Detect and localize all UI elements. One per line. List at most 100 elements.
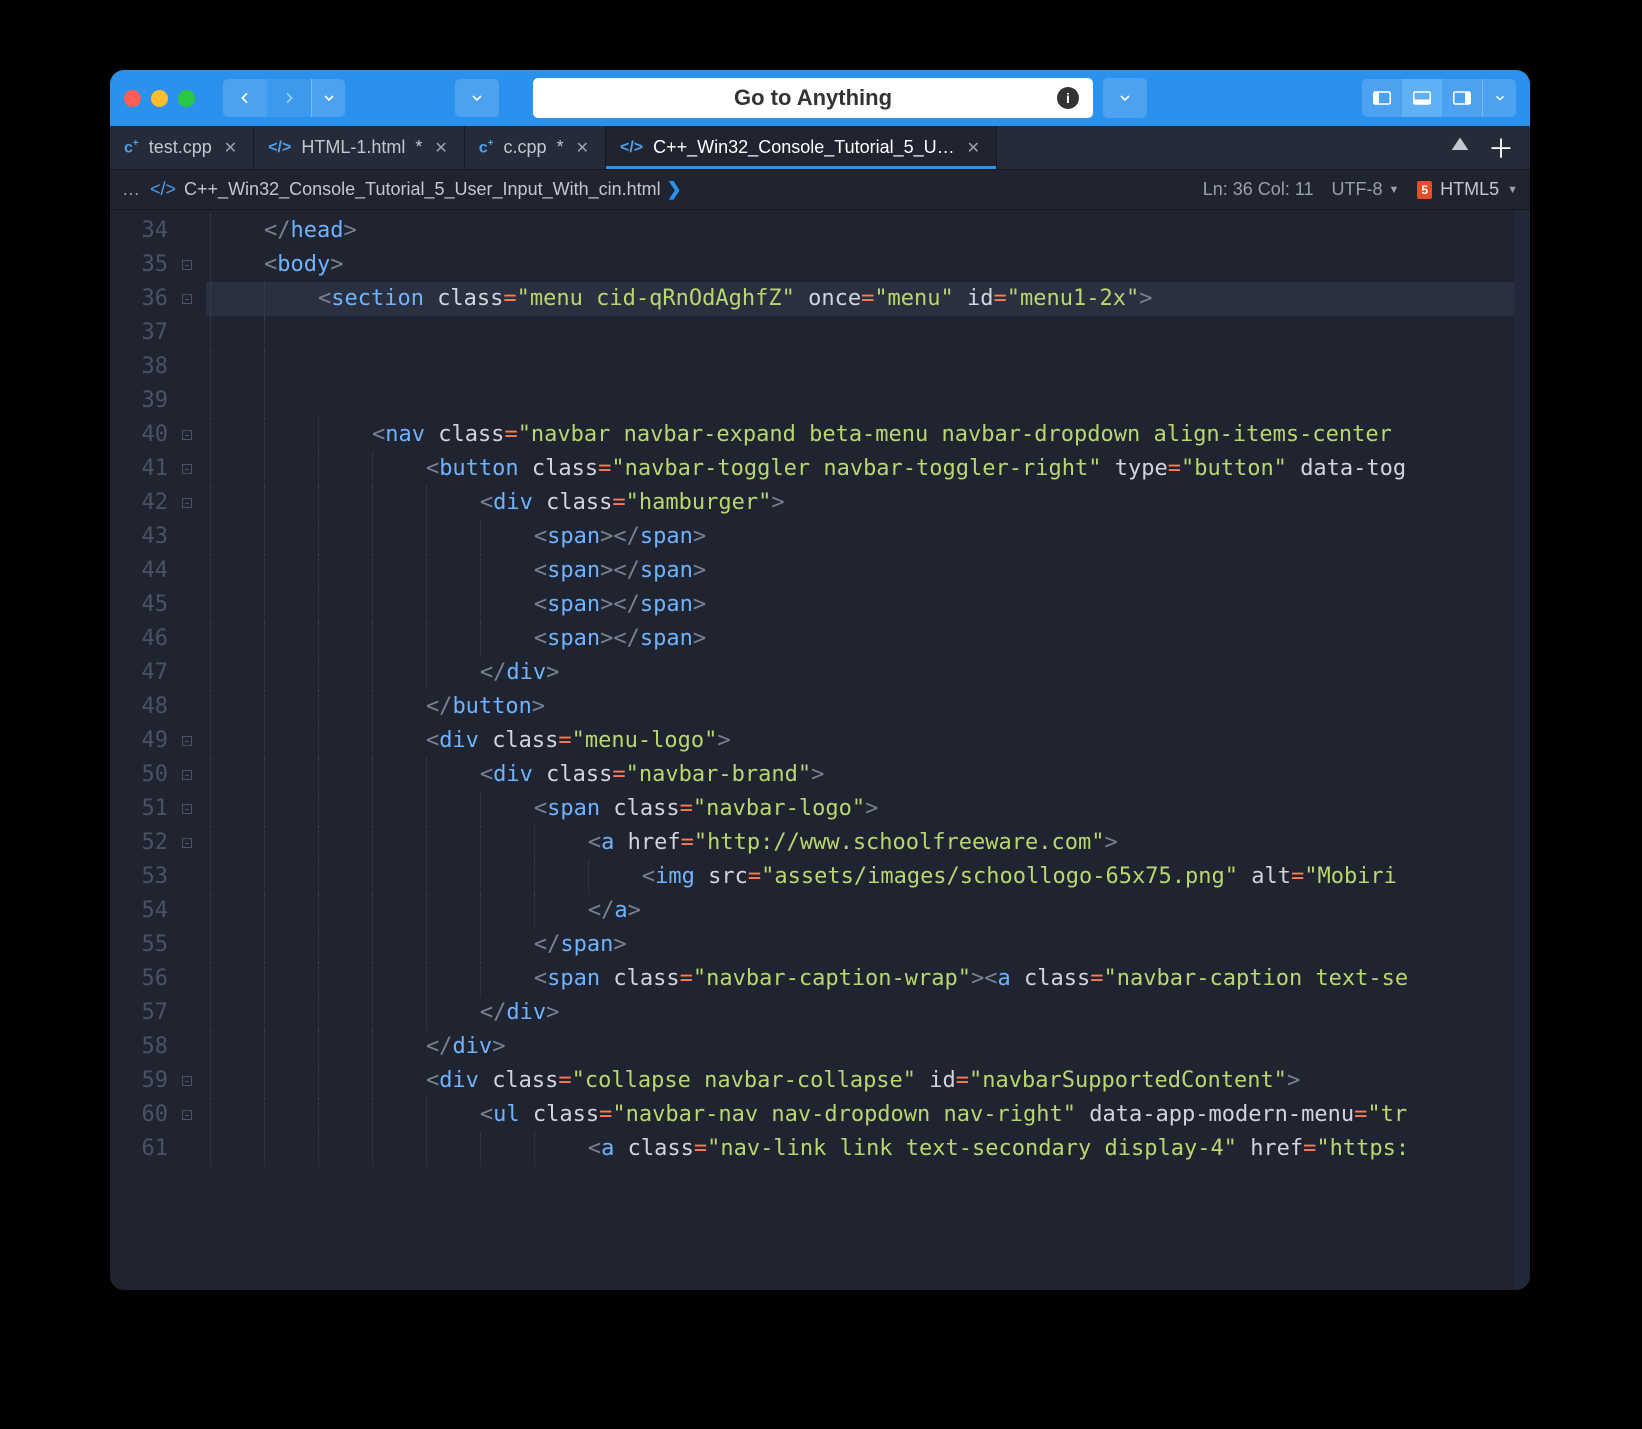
line-number[interactable]: 57 [110,996,168,1030]
line-number[interactable]: 49 [110,724,168,758]
line-number[interactable]: 39 [110,384,168,418]
code-editor[interactable]: 3435363738394041424344454647484950515253… [110,210,1530,1290]
line-number[interactable]: 59 [110,1064,168,1098]
code-line[interactable] [206,384,1514,418]
line-number[interactable]: 54 [110,894,168,928]
line-number[interactable]: 38 [110,350,168,384]
line-number[interactable]: 36 [110,282,168,316]
close-icon[interactable]: ✕ [432,138,449,158]
line-number-gutter[interactable]: 3435363738394041424344454647484950515253… [110,210,180,1290]
code-line[interactable] [206,316,1514,350]
back-button[interactable] [223,79,267,117]
breadcrumb-file[interactable]: C++_Win32_Console_Tutorial_5_User_Input_… [184,179,661,200]
minimize-icon[interactable] [151,90,168,107]
code-line[interactable]: <div class="hamburger"> [206,486,1514,520]
tab-3[interactable]: </> C++_Win32_Console_Tutorial_5_U… ✕ [606,126,997,169]
line-number[interactable]: 46 [110,622,168,656]
line-number[interactable]: 34 [110,214,168,248]
code-line[interactable]: <span></span> [206,588,1514,622]
close-icon[interactable]: ✕ [965,138,982,158]
goto-anything-dropdown[interactable] [1103,78,1147,118]
code-line[interactable]: <a class="nav-link link text-secondary d… [206,1132,1514,1166]
line-number[interactable]: 41 [110,452,168,486]
line-number[interactable]: 40 [110,418,168,452]
line-number[interactable]: 53 [110,860,168,894]
fold-toggle[interactable] [182,464,192,474]
fold-column[interactable] [180,210,200,1290]
line-number[interactable]: 42 [110,486,168,520]
line-number[interactable]: 61 [110,1132,168,1166]
line-number[interactable]: 55 [110,928,168,962]
fold-toggle[interactable] [182,430,192,440]
code-line[interactable]: <section class="menu cid-qRnOdAghfZ" onc… [206,282,1514,316]
chevron-right-icon[interactable]: ❯ [667,179,682,200]
line-number[interactable]: 60 [110,1098,168,1132]
code-area[interactable]: </head> <body> <section class="menu cid-… [200,210,1514,1290]
goto-anything-input[interactable]: Go to Anything i [533,78,1093,118]
code-line[interactable]: <ul class="navbar-nav nav-dropdown nav-r… [206,1098,1514,1132]
info-icon[interactable]: i [1057,87,1079,109]
fold-toggle[interactable] [182,260,192,270]
line-number[interactable]: 47 [110,656,168,690]
history-dropdown[interactable] [311,79,345,117]
fold-toggle[interactable] [182,838,192,848]
code-line[interactable]: </a> [206,894,1514,928]
line-number[interactable]: 45 [110,588,168,622]
fold-toggle[interactable] [182,1110,192,1120]
line-number[interactable]: 58 [110,1030,168,1064]
line-number[interactable]: 37 [110,316,168,350]
code-line[interactable]: <span></span> [206,622,1514,656]
code-line[interactable]: <div class="menu-logo"> [206,724,1514,758]
line-number[interactable]: 51 [110,792,168,826]
breadcrumb-overflow[interactable]: … [122,179,140,200]
fold-toggle[interactable] [182,294,192,304]
close-icon[interactable]: ✕ [574,138,591,158]
vertical-scrollbar[interactable] [1514,210,1530,1290]
tab-2[interactable]: c+ c.cpp * ✕ [465,126,606,169]
fold-toggle[interactable] [182,736,192,746]
close-icon[interactable]: ✕ [222,138,239,158]
code-line[interactable]: </div> [206,996,1514,1030]
code-line[interactable]: <span class="navbar-caption-wrap"><a cla… [206,962,1514,996]
fold-toggle[interactable] [182,804,192,814]
pane-left-button[interactable] [1362,79,1402,117]
line-number[interactable]: 43 [110,520,168,554]
new-tab-button[interactable]: ＋ [1488,129,1514,166]
line-number[interactable]: 50 [110,758,168,792]
code-line[interactable] [206,350,1514,384]
code-line[interactable]: <img src="assets/images/schoollogo-65x75… [206,860,1514,894]
line-number[interactable]: 48 [110,690,168,724]
code-line[interactable]: </head> [206,214,1514,248]
code-line[interactable]: <div class="collapse navbar-collapse" id… [206,1064,1514,1098]
code-line[interactable]: </button> [206,690,1514,724]
code-line[interactable]: <span class="navbar-logo"> [206,792,1514,826]
cursor-position[interactable]: Ln: 36 Col: 11 [1203,179,1314,200]
actions-dropdown[interactable] [455,79,499,117]
pane-right-button[interactable] [1442,79,1482,117]
line-number[interactable]: 44 [110,554,168,588]
notifications-icon[interactable] [1450,135,1470,160]
line-number[interactable]: 56 [110,962,168,996]
close-icon[interactable] [124,90,141,107]
fold-toggle[interactable] [182,770,192,780]
code-line[interactable]: </div> [206,656,1514,690]
fold-toggle[interactable] [182,1076,192,1086]
maximize-icon[interactable] [178,90,195,107]
line-number[interactable]: 52 [110,826,168,860]
forward-button[interactable] [267,79,311,117]
encoding-selector[interactable]: UTF-8▼ [1332,179,1400,200]
code-line[interactable]: <span></span> [206,520,1514,554]
line-number[interactable]: 35 [110,248,168,282]
fold-toggle[interactable] [182,498,192,508]
language-selector[interactable]: 5 HTML5▼ [1417,179,1518,200]
pane-bottom-button[interactable] [1402,79,1442,117]
code-line[interactable]: </span> [206,928,1514,962]
code-line[interactable]: <a href="http://www.schoolfreeware.com"> [206,826,1514,860]
code-line[interactable]: <body> [206,248,1514,282]
code-line[interactable]: </div> [206,1030,1514,1064]
tab-1[interactable]: </> HTML-1.html * ✕ [254,126,465,169]
code-line[interactable]: <button class="navbar-toggler navbar-tog… [206,452,1514,486]
code-line[interactable]: <nav class="navbar navbar-expand beta-me… [206,418,1514,452]
code-line[interactable]: <div class="navbar-brand"> [206,758,1514,792]
pane-dropdown[interactable] [1482,79,1516,117]
